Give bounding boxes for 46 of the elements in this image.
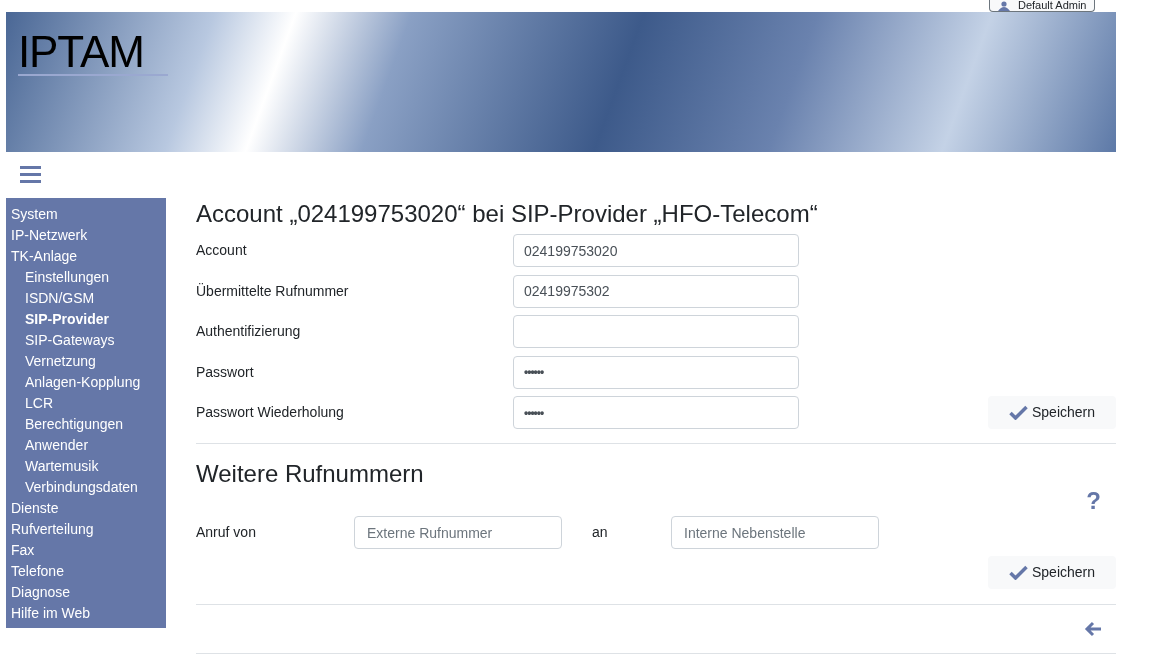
section-title: Weitere Rufnummern (196, 459, 425, 489)
back-arrow-icon[interactable] (1084, 621, 1102, 637)
sidebar-item[interactable]: SIP-Provider (6, 309, 166, 330)
field-label: Anruf von (196, 523, 257, 542)
sidebar-item[interactable]: Anwender (6, 435, 166, 456)
save-button[interactable]: Speichern (988, 396, 1116, 429)
sidebar-item[interactable]: Einstellungen (6, 267, 166, 288)
input-field[interactable] (513, 315, 799, 348)
input-field[interactable]: 024199753020 (513, 234, 799, 267)
sidebar-item[interactable]: TK-Anlage (6, 246, 166, 267)
sidebar-item[interactable]: Wartemusik (6, 456, 166, 477)
sidebar-item[interactable]: Fax (6, 540, 166, 561)
user-icon (998, 0, 1010, 11)
sidebar-item[interactable]: SIP-Gateways (6, 330, 166, 351)
field-label: Authentifizierung (196, 322, 302, 341)
sidebar-item[interactable]: Anlagen-Kopplung (6, 372, 166, 393)
sidebar-item[interactable]: ISDN/GSM (6, 288, 166, 309)
external-number-field[interactable]: Externe Rufnummer (354, 516, 562, 549)
sidebar-item[interactable]: Dienste (6, 498, 166, 519)
save-button[interactable]: Speichern (988, 556, 1116, 589)
input-field[interactable]: 02419975302 (513, 274, 799, 308)
password-field[interactable]: •••••• (513, 355, 799, 389)
sidebar-item[interactable]: Verbindungsdaten (6, 477, 166, 498)
checkmark-icon (1008, 405, 1028, 420)
field-label: Passwort (196, 362, 255, 382)
sidebar-item[interactable]: Rufverteilung (6, 519, 166, 540)
user-menu-button[interactable]: Default Admin (989, 0, 1096, 12)
password-field[interactable]: •••••• (513, 396, 799, 429)
checkmark-icon (1008, 565, 1028, 580)
sidebar-item[interactable]: LCR (6, 393, 166, 414)
sidebar-item[interactable]: Diagnose (6, 582, 166, 603)
help-icon[interactable]: ? (1086, 489, 1101, 513)
sidebar-item[interactable]: Telefone (6, 561, 166, 582)
sidebar-item[interactable]: Berechtigungen (6, 414, 166, 435)
sidebar-item[interactable]: IP-Netzwerk (6, 225, 166, 246)
internal-extension-field[interactable]: Interne Nebenstelle (671, 516, 879, 549)
sidebar-item[interactable]: System (6, 204, 166, 225)
sidebar-item[interactable]: Vernetzung (6, 351, 166, 372)
logo: IPTAM (18, 30, 168, 76)
menu-icon[interactable] (20, 166, 41, 184)
sidebar-item[interactable]: Hilfe im Web (6, 603, 166, 624)
connector-label: an (592, 523, 609, 542)
field-label: Übermittelte Rufnummer (196, 281, 350, 301)
field-label: Account (196, 241, 248, 260)
field-label: Passwort Wiederholung (196, 403, 345, 422)
page-title: Account „024199753020“ bei SIP-Provider „HFO-Telecom“ (196, 199, 819, 229)
